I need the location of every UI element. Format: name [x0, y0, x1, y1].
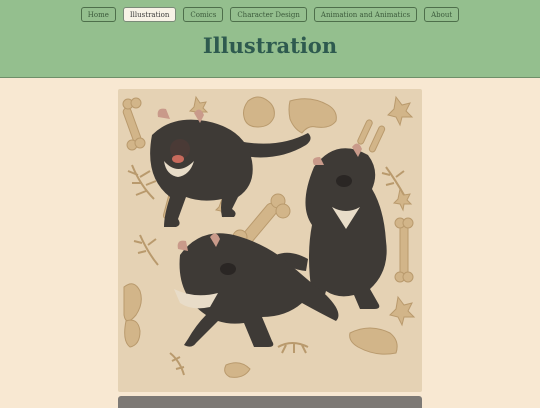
- next-artwork-card[interactable]: [118, 396, 422, 408]
- ribcage-shape: [349, 327, 398, 355]
- illustration-image: [122, 95, 416, 378]
- bone-cluster: [124, 319, 141, 348]
- leaf-sprig: [169, 352, 185, 376]
- bone-shape: [122, 97, 146, 151]
- leaf-sprig: [277, 342, 309, 354]
- nav-home-button[interactable]: Home: [80, 7, 116, 22]
- nav-comics-button[interactable]: Comics: [183, 7, 224, 22]
- leaf-sprig: [127, 164, 157, 200]
- page-title: Illustration: [202, 33, 338, 58]
- nav-animation-button[interactable]: Animation and Animatics: [313, 7, 418, 22]
- leaf-sprig: [133, 234, 159, 266]
- skull-shape: [243, 96, 275, 128]
- flower-shape: [389, 295, 416, 327]
- nav-character-design-button[interactable]: Character Design: [230, 7, 307, 22]
- flower-shape: [387, 95, 414, 127]
- nav-illustration-button[interactable]: Illustration: [122, 7, 177, 22]
- bone-shape: [224, 362, 251, 378]
- tasmanian-devil-illustration[interactable]: [118, 89, 422, 392]
- site-header: Home Illustration Comics Character Desig…: [0, 0, 540, 78]
- main-nav: Home Illustration Comics Character Desig…: [0, 7, 540, 22]
- bone-shape: [394, 217, 414, 283]
- skull-shape: [288, 98, 337, 134]
- leaf-sprig: [381, 166, 405, 196]
- nav-about-button[interactable]: About: [424, 7, 460, 22]
- bone-cluster: [123, 283, 142, 322]
